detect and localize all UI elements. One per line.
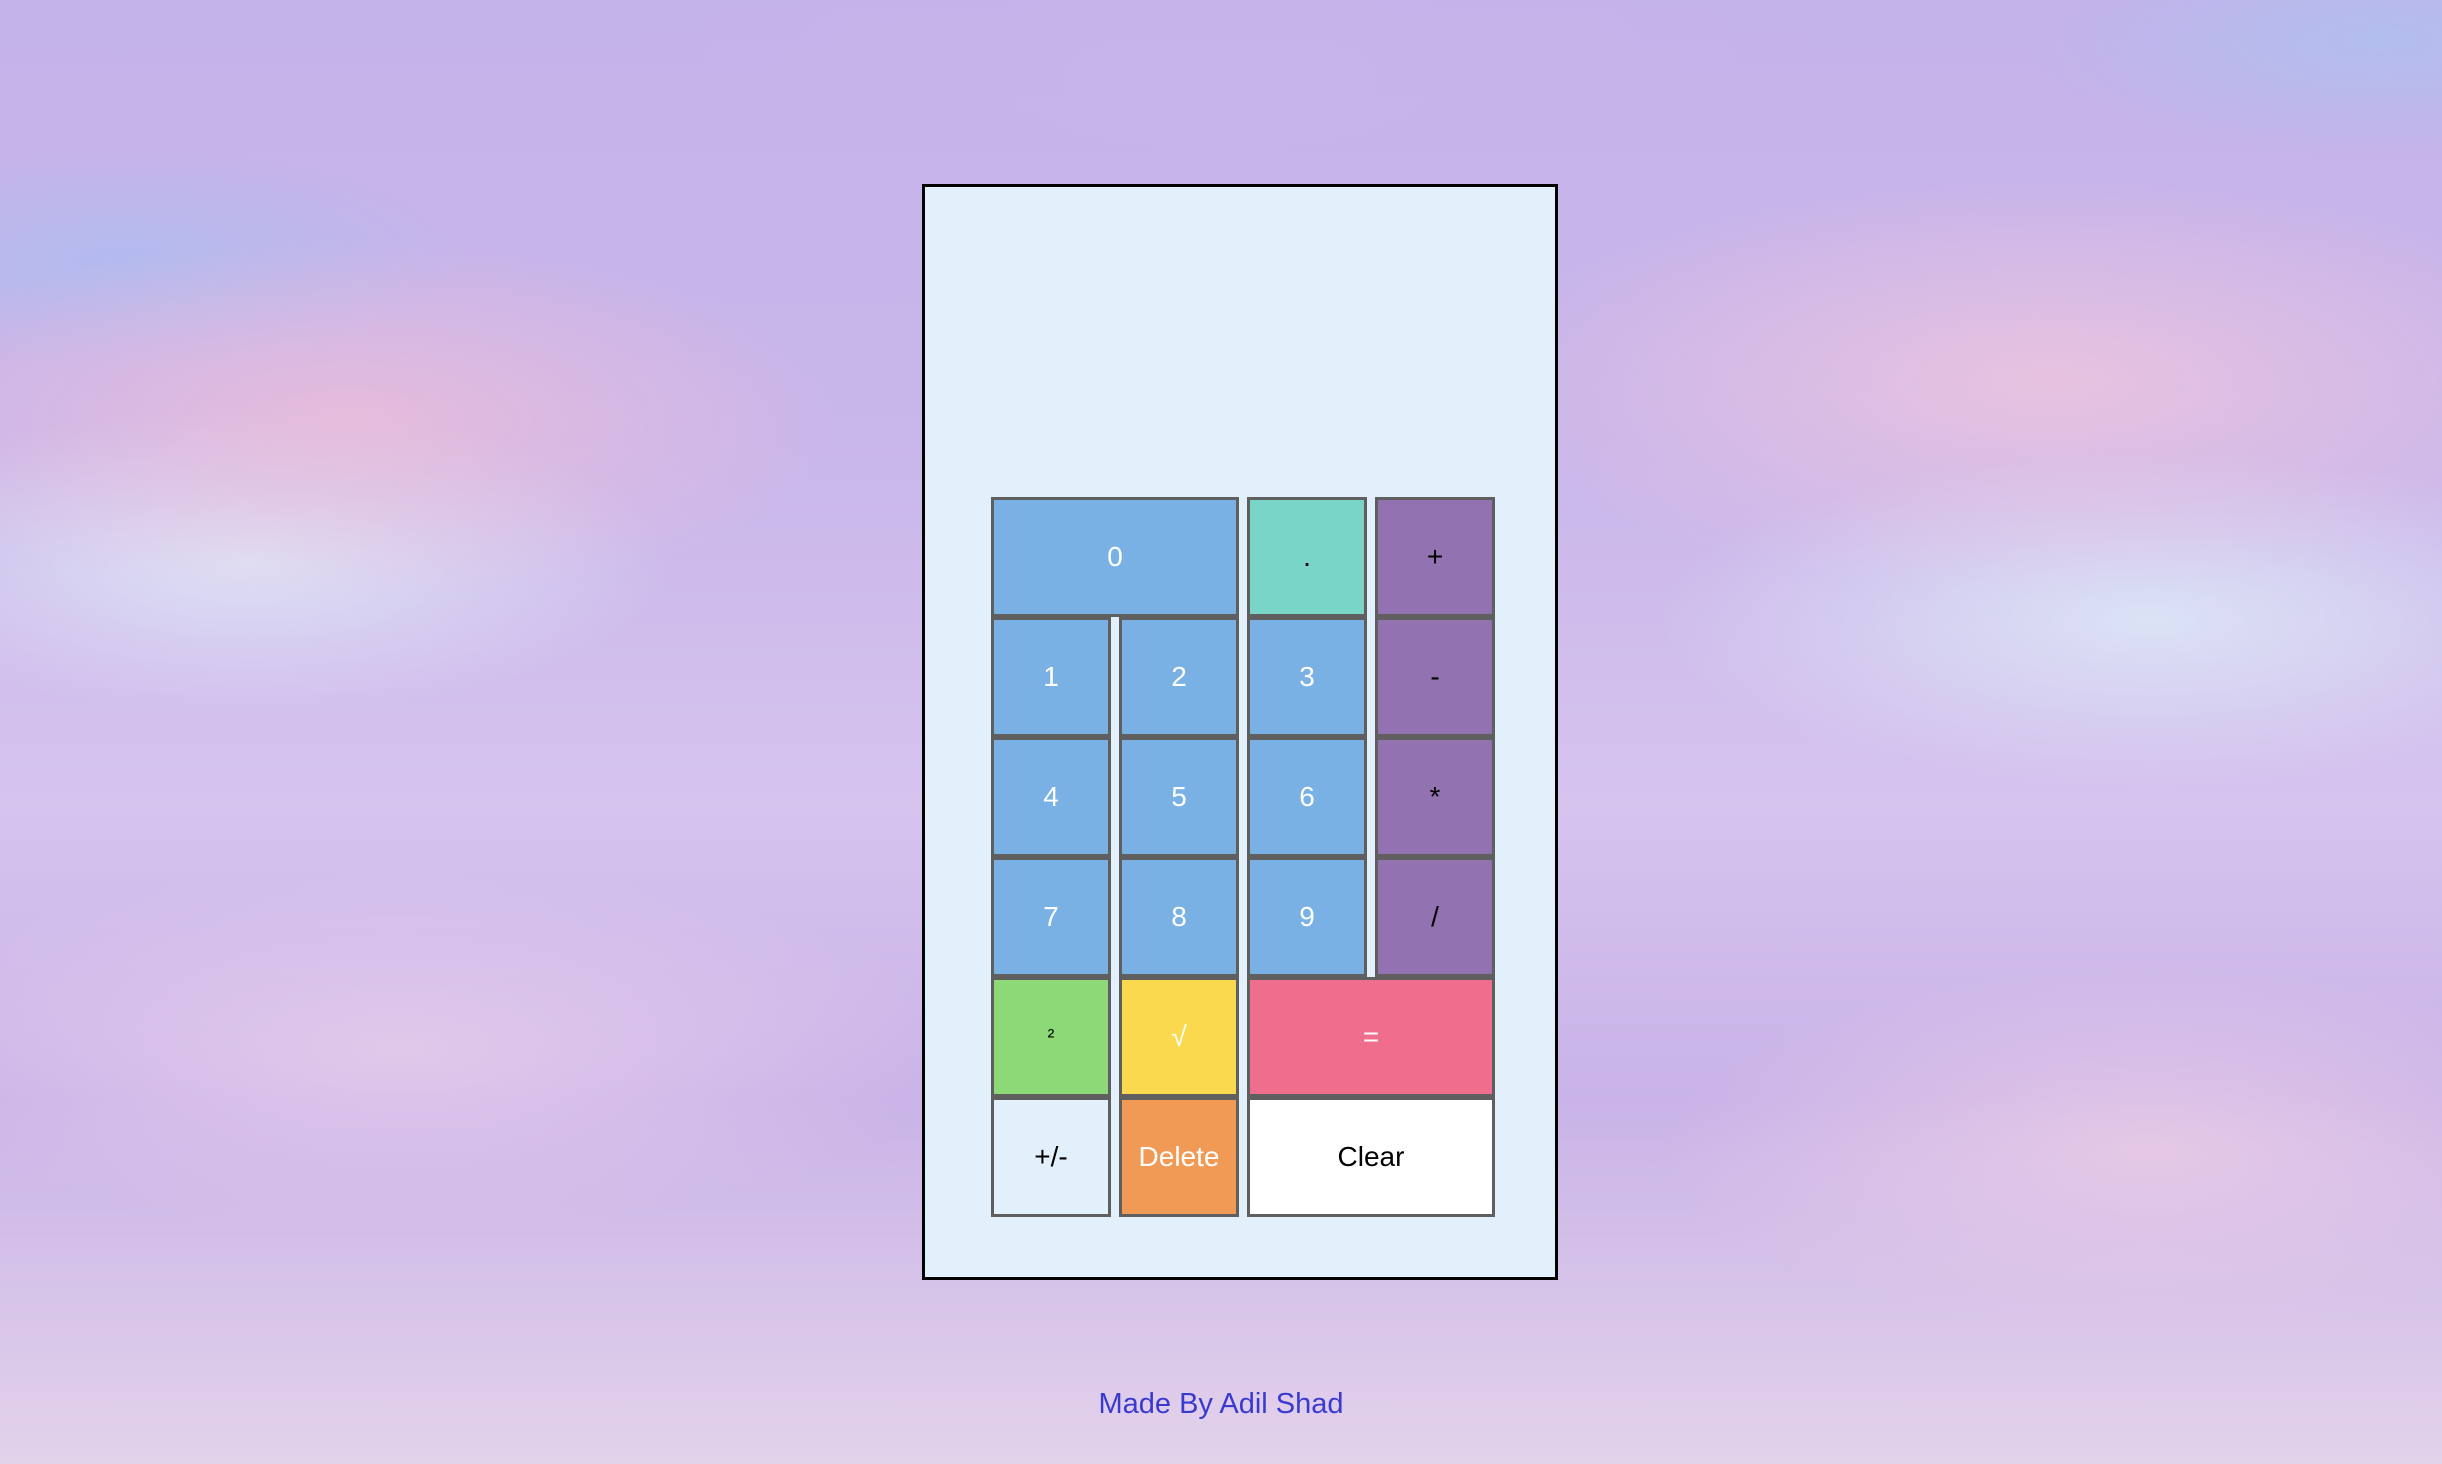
button-equals[interactable]: = [1247,977,1495,1097]
button-five[interactable]: 5 [1119,737,1239,857]
button-one[interactable]: 1 [991,617,1111,737]
calculator: 0 . + 1 2 3 - 4 5 6 * 7 8 9 / ² √ = +/- … [922,184,1558,1280]
button-nine[interactable]: 9 [1247,857,1367,977]
button-square[interactable]: ² [991,977,1111,1097]
button-decimal-point[interactable]: . [1247,497,1367,617]
keypad: 0 . + 1 2 3 - 4 5 6 * 7 8 9 / ² √ = +/- … [991,497,1495,1401]
button-four[interactable]: 4 [991,737,1111,857]
button-three[interactable]: 3 [1247,617,1367,737]
button-zero[interactable]: 0 [991,497,1239,617]
button-subtract[interactable]: - [1375,617,1495,737]
button-delete[interactable]: Delete [1119,1097,1239,1217]
button-square-root[interactable]: √ [1119,977,1239,1097]
button-multiply[interactable]: * [1375,737,1495,857]
button-two[interactable]: 2 [1119,617,1239,737]
calculator-display [925,187,1555,487]
button-negate[interactable]: +/- [991,1097,1111,1217]
button-six[interactable]: 6 [1247,737,1367,857]
footer-credit: Made By Adil Shad [1098,1388,1344,1420]
button-eight[interactable]: 8 [1119,857,1239,977]
button-clear[interactable]: Clear [1247,1097,1495,1217]
button-divide[interactable]: / [1375,857,1495,977]
button-seven[interactable]: 7 [991,857,1111,977]
button-add[interactable]: + [1375,497,1495,617]
